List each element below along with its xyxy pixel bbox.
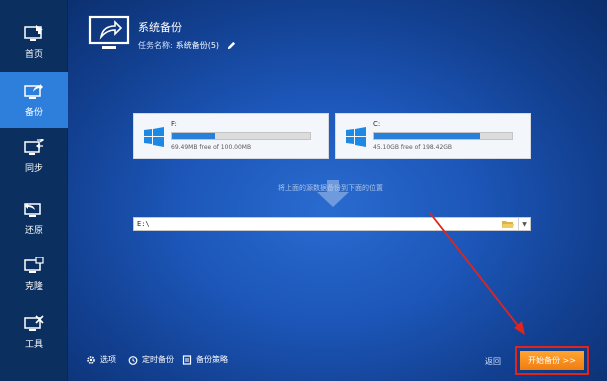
sync-icon [24, 138, 44, 155]
sidebar-item-home[interactable]: 首页 [0, 14, 68, 70]
start-highlight-box: 开始备份 >> [515, 346, 589, 375]
task-name-row: 任务名称: 系统备份(5) [138, 40, 236, 51]
chevron-down-icon[interactable]: ▼ [518, 218, 530, 230]
schedule-label: 定时备份 [142, 355, 174, 364]
sidebar-item-clone[interactable]: 克隆 [0, 246, 68, 302]
restore-icon [24, 202, 41, 217]
strategy-label: 备份策略 [196, 355, 228, 364]
task-name-value: 系统备份(5) [175, 41, 220, 50]
source-drive-card[interactable]: C: 45.10GB free of 198.42GB [335, 113, 531, 159]
home-monitor-icon [24, 24, 43, 41]
drive-usage-fill [374, 133, 481, 139]
sidebar-item-backup[interactable]: 备份 [0, 72, 68, 128]
gear-icon [87, 355, 95, 364]
folder-icon[interactable] [502, 220, 514, 229]
sidebar-item-sync[interactable]: 同步 [0, 128, 68, 184]
destination-path-value: E:\ [137, 220, 150, 228]
task-name-label: 任务名称: [138, 41, 173, 50]
backup-monitor-icon [88, 15, 130, 49]
tools-icon [24, 314, 44, 331]
drive-usage-bar [171, 132, 311, 140]
main-panel: 系统备份 任务名称: 系统备份(5) F: 69.49MB free of 10… [68, 0, 607, 381]
sidebar-item-restore[interactable]: 还原 [0, 190, 68, 246]
sidebar-item-label: 同步 [24, 163, 43, 174]
backup-strategy-button[interactable]: 备份策略 [182, 354, 228, 365]
sidebar-item-label: 备份 [24, 107, 43, 118]
drive-letter: C: [373, 120, 381, 128]
sidebar-item-label: 克隆 [24, 281, 43, 292]
backup-hint: 将上面的源数据备份到下面的位置 [278, 184, 383, 192]
drive-letter: F: [171, 120, 177, 128]
destination-path-field[interactable]: E:\ ▼ [133, 217, 531, 231]
strategy-icon [182, 354, 192, 365]
backup-icon [24, 83, 43, 99]
drive-usage-fill [172, 133, 215, 139]
sidebar-item-label: 还原 [24, 225, 43, 236]
page-title: 系统备份 [138, 21, 182, 34]
windows-icon [144, 127, 164, 147]
options-button[interactable]: 选项 [86, 354, 116, 365]
sidebar: 首页 备份 同步 还原 克隆 工具 [0, 0, 68, 381]
sidebar-item-label: 工具 [24, 339, 43, 350]
source-drive-card[interactable]: F: 69.49MB free of 100.00MB [133, 113, 329, 159]
pencil-icon[interactable] [227, 41, 236, 50]
options-label: 选项 [100, 355, 116, 364]
back-button[interactable]: 返回 [485, 356, 501, 367]
start-backup-button[interactable]: 开始备份 >> [520, 351, 584, 370]
schedule-backup-button[interactable]: 定时备份 [128, 354, 174, 365]
drive-usage-bar [373, 132, 513, 140]
sidebar-item-label: 首页 [24, 49, 43, 60]
drive-free-text: 45.10GB free of 198.42GB [373, 144, 453, 151]
drive-free-text: 69.49MB free of 100.00MB [171, 144, 252, 151]
clock-icon [128, 355, 138, 365]
clone-icon [24, 256, 44, 273]
sidebar-item-tools[interactable]: 工具 [0, 304, 68, 360]
windows-icon [346, 127, 366, 147]
